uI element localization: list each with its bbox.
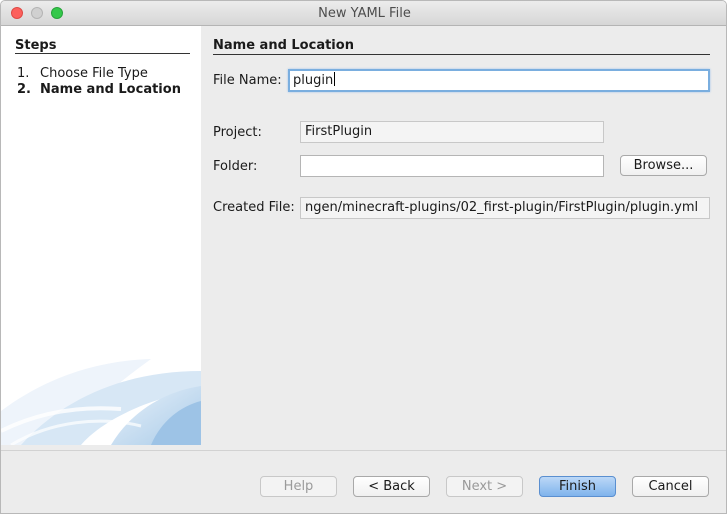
- step-name-and-location: 2. Name and Location: [17, 82, 181, 97]
- dialog-window: New YAML File Steps 1. Choose File Type 2…: [0, 0, 727, 514]
- window-title: New YAML File: [318, 6, 411, 21]
- file-name-value: plugin: [293, 73, 334, 88]
- project-label: Project:: [213, 125, 262, 140]
- folder-label: Folder:: [213, 159, 258, 174]
- footer-divider: [1, 450, 726, 451]
- file-name-label: File Name:: [213, 73, 282, 88]
- created-file-label: Created File:: [213, 200, 295, 215]
- step-label: Name and Location: [40, 82, 181, 97]
- steps-title: Steps: [15, 38, 57, 53]
- project-field: FirstPlugin: [300, 121, 604, 143]
- section-divider: [213, 54, 710, 55]
- cancel-button[interactable]: Cancel: [632, 476, 709, 497]
- next-button[interactable]: Next >: [446, 476, 523, 497]
- created-file-field: ngen/minecraft-plugins/02_first-plugin/F…: [300, 197, 710, 219]
- folder-input[interactable]: [300, 155, 604, 177]
- section-title: Name and Location: [213, 38, 354, 53]
- back-button[interactable]: < Back: [353, 476, 430, 497]
- wizard-decoration-image: [1, 359, 201, 445]
- title-bar: New YAML File: [1, 1, 726, 26]
- help-button[interactable]: Help: [260, 476, 337, 497]
- finish-button[interactable]: Finish: [539, 476, 616, 497]
- steps-divider: [15, 53, 190, 54]
- browse-button[interactable]: Browse...: [620, 155, 707, 176]
- step-number: 1.: [17, 66, 30, 81]
- step-number: 2.: [17, 82, 31, 97]
- text-caret: [334, 72, 336, 86]
- created-file-value: ngen/minecraft-plugins/02_first-plugin/F…: [305, 200, 699, 215]
- file-name-input[interactable]: plugin: [288, 69, 710, 92]
- steps-pane: Steps 1. Choose File Type 2. Name and Loca…: [1, 26, 201, 445]
- step-label: Choose File Type: [40, 66, 148, 81]
- step-choose-file-type: 1. Choose File Type: [17, 66, 148, 81]
